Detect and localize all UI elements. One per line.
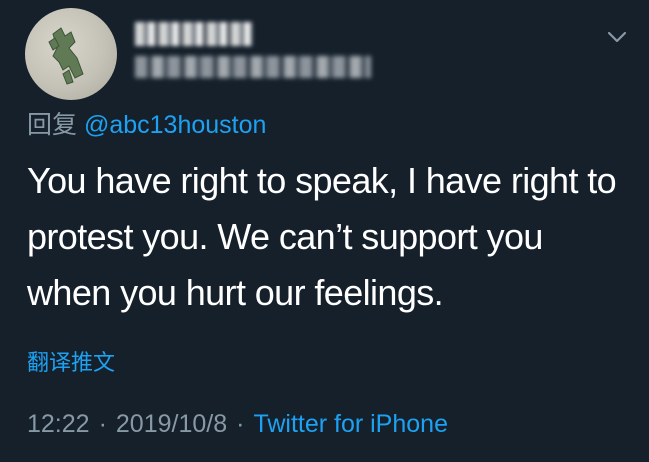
avatar[interactable] [25, 8, 117, 100]
meta-separator: · [98, 410, 107, 438]
meta-separator: · [236, 410, 245, 438]
username-blurred [135, 56, 371, 78]
tweet-card: 回复 @abc13houston You have right to speak… [0, 0, 649, 462]
tweet-time: 12:22 [27, 410, 90, 438]
chevron-down-icon[interactable] [606, 26, 628, 48]
tweet-meta: 12:22 · 2019/10/8 · Twitter for iPhone [27, 406, 448, 442]
display-name-blurred [135, 22, 253, 46]
translate-tweet-link[interactable]: 翻译推文 [27, 348, 115, 378]
reply-mention-link[interactable]: @abc13houston [84, 111, 266, 139]
avatar-figure-icon [48, 27, 84, 85]
tweet-date: 2019/10/8 [115, 410, 228, 438]
tweet-source-link[interactable]: Twitter for iPhone [253, 410, 448, 438]
reply-context: 回复 @abc13houston [27, 108, 266, 142]
reply-prefix: 回复 [27, 111, 78, 139]
tweet-text: You have right to speak, I have right to… [27, 160, 617, 313]
